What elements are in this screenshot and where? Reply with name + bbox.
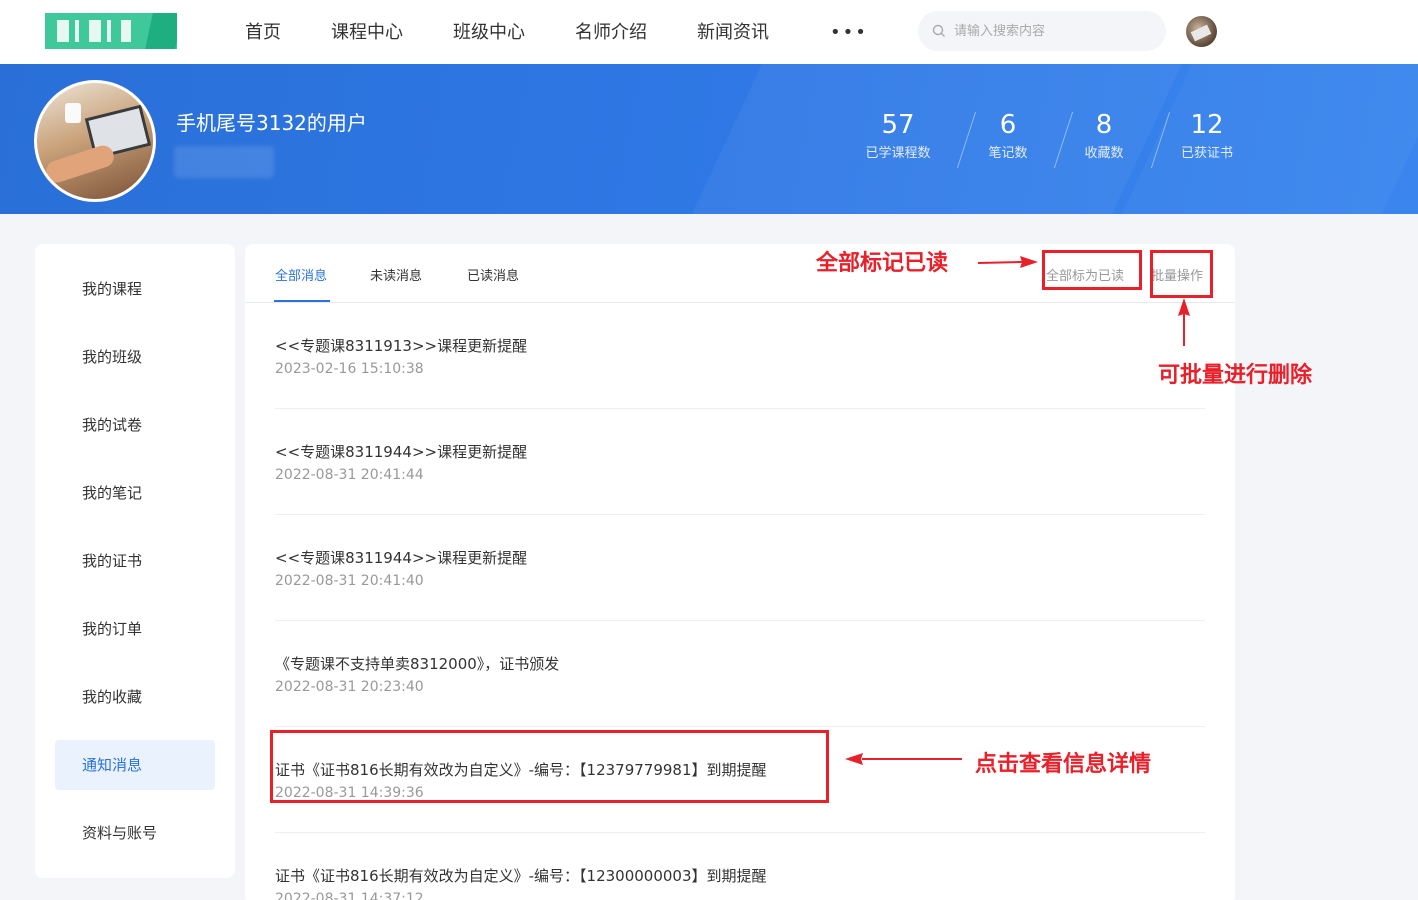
list-item[interactable]: <<专题课8311944>>课程更新提醒 2022-08-31 20:41:44 (275, 409, 1205, 515)
stat-value: 12 (1190, 110, 1224, 140)
profile-subtitle-blurred (174, 146, 274, 178)
sidebar-item-my-favorites[interactable]: 我的收藏 (55, 672, 215, 722)
tab-all-messages[interactable]: 全部消息 (275, 265, 327, 284)
message-title: <<专题课8311913>>课程更新提醒 (275, 337, 528, 355)
nav-news[interactable]: 新闻资讯 (697, 18, 769, 44)
message-time: 2022-08-31 14:37:12 (275, 891, 424, 900)
message-time: 2022-08-31 20:41:44 (275, 467, 424, 483)
list-item[interactable]: 《专题课不支持单卖8312000》，证书颁发 2022-08-31 20:23:… (275, 621, 1205, 727)
more-menu-icon[interactable]: ••• (830, 22, 868, 43)
stat-label: 收藏数 (1084, 146, 1124, 161)
profile-username: 手机尾号3132的用户 (176, 111, 367, 135)
stat-label: 笔记数 (988, 146, 1028, 161)
sidebar-item-my-classes[interactable]: 我的班级 (55, 332, 215, 382)
annotation-mark-all-read: 全部标记已读 (816, 250, 949, 276)
stat-value: 8 (1095, 110, 1113, 140)
list-item[interactable]: 证书《证书816长期有效改为自定义》-编号：【12300000003】到期提醒 … (275, 833, 1205, 900)
nav-teachers[interactable]: 名师介绍 (575, 18, 647, 44)
annotation-box-mark-all (1042, 250, 1142, 290)
list-item[interactable]: <<专题课8311913>>课程更新提醒 2023-02-16 15:10:38 (275, 303, 1205, 409)
stat-value: 57 (881, 110, 915, 140)
search-input[interactable] (954, 21, 1154, 41)
message-title: 证书《证书816长期有效改为自定义》-编号：【12300000003】到期提醒 (275, 867, 767, 885)
user-avatar[interactable] (1186, 16, 1217, 47)
tab-read-messages[interactable]: 已读消息 (467, 265, 519, 284)
active-tab-indicator (274, 300, 330, 302)
stat-label: 已学课程数 (865, 146, 931, 161)
tab-unread-messages[interactable]: 未读消息 (370, 265, 422, 284)
top-navigation: 首页 课程中心 班级中心 名师介绍 新闻资讯 ••• (0, 0, 1418, 64)
stat-courses-learned[interactable]: 57 已学课程数 (858, 110, 938, 164)
sidebar-item-my-notes[interactable]: 我的笔记 (55, 468, 215, 518)
stat-label: 已获证书 (1180, 146, 1233, 161)
message-title: <<专题课8311944>>课程更新提醒 (275, 549, 528, 567)
sidebar-item-my-courses[interactable]: 我的课程 (55, 264, 215, 314)
annotation-batch-delete: 可批量进行删除 (1158, 362, 1313, 388)
sidebar-item-my-orders[interactable]: 我的订单 (55, 604, 215, 654)
profile-avatar (34, 80, 156, 202)
annotation-box-message (270, 730, 829, 803)
sidebar-item-my-certificates[interactable]: 我的证书 (55, 536, 215, 586)
sidebar-item-my-exams[interactable]: 我的试卷 (55, 400, 215, 450)
message-time: 2022-08-31 20:41:40 (275, 573, 424, 589)
profile-banner: 手机尾号3132的用户 57 已学课程数 6 笔记数 8 收藏数 12 已获证书 (0, 64, 1418, 214)
sidebar-item-notifications[interactable]: 通知消息 (55, 740, 215, 790)
message-title: <<专题课8311944>>课程更新提醒 (275, 443, 528, 461)
annotation-box-batch (1150, 250, 1213, 298)
message-time: 2022-08-31 20:23:40 (275, 679, 424, 695)
nav-home[interactable]: 首页 (245, 18, 281, 44)
stat-favorites[interactable]: 8 收藏数 (1074, 110, 1134, 164)
sidebar-item-profile-account[interactable]: 资料与账号 (55, 808, 215, 858)
nav-class-center[interactable]: 班级中心 (453, 18, 525, 44)
sidebar: 我的课程 我的班级 我的试卷 我的笔记 我的证书 我的订单 我的收藏 通知消息 … (35, 244, 235, 878)
message-title: 《专题课不支持单卖8312000》，证书颁发 (275, 655, 560, 673)
annotation-view-detail: 点击查看信息详情 (975, 751, 1152, 777)
site-logo[interactable] (45, 13, 177, 49)
message-time: 2023-02-16 15:10:38 (275, 361, 424, 377)
search-icon (932, 24, 945, 37)
stat-notes[interactable]: 6 笔记数 (978, 110, 1038, 164)
nav-course-center[interactable]: 课程中心 (331, 18, 403, 44)
search-box[interactable] (918, 11, 1166, 51)
list-item[interactable]: <<专题课8311944>>课程更新提醒 2022-08-31 20:41:40 (275, 515, 1205, 621)
stat-certificates[interactable]: 12 已获证书 (1172, 110, 1242, 164)
stat-value: 6 (999, 110, 1017, 140)
